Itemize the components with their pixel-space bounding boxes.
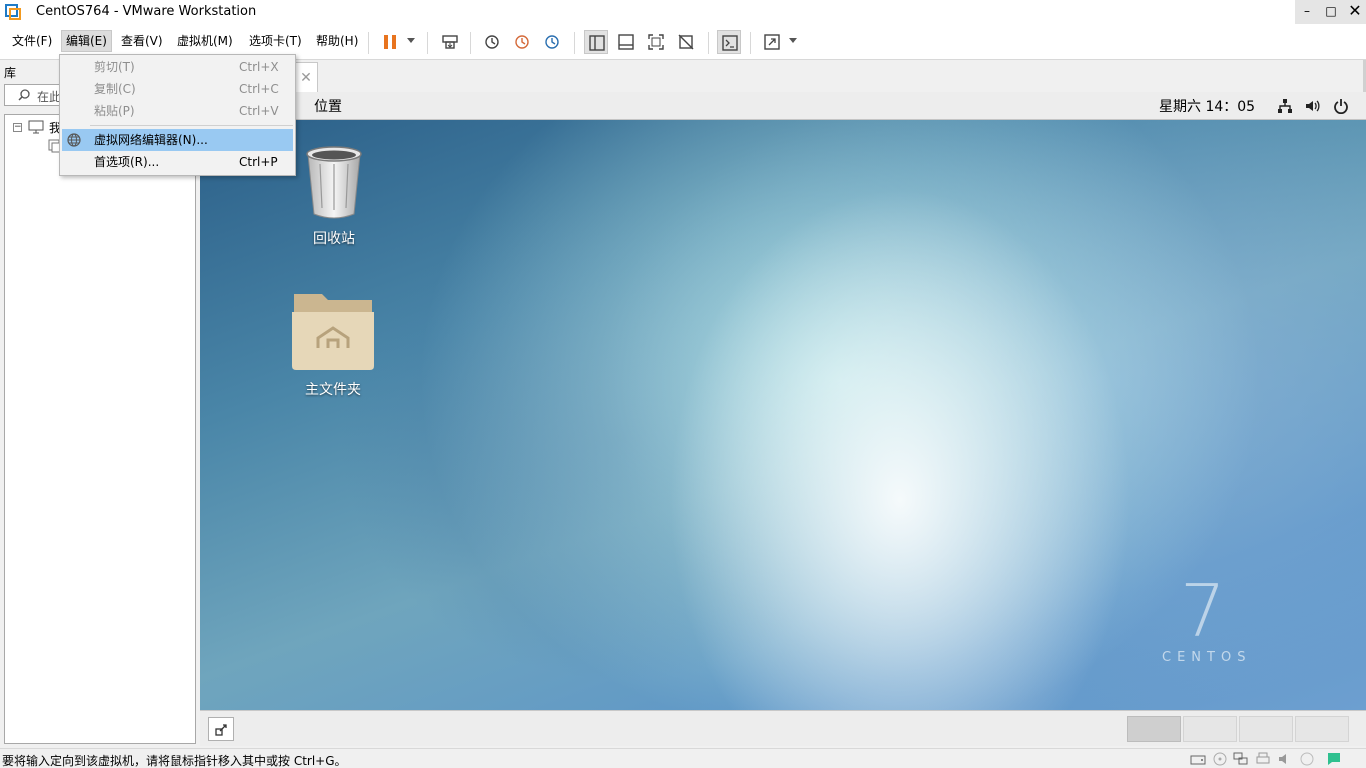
menu-item-preferences[interactable]: 首选项(R)... Ctrl+P — [62, 151, 293, 173]
close-button[interactable]: ✕ — [1343, 0, 1366, 24]
snapshot-manager-icon[interactable] — [540, 30, 564, 54]
menu-help[interactable]: 帮助(H) — [312, 30, 362, 52]
centos-watermark-text: CENTOS — [1162, 650, 1252, 665]
guest-desktop[interactable]: 回收站 主文件夹 7 CENTOS — [200, 120, 1366, 710]
menu-item-paste-label: 粘贴(P) — [94, 104, 135, 118]
menu-file[interactable]: 文件(F) — [8, 30, 56, 52]
guest-bottom-bar — [200, 710, 1366, 746]
menu-item-copy[interactable]: 复制(C) Ctrl+C — [62, 78, 293, 100]
edit-menu-dropdown: 剪切(T) Ctrl+X 复制(C) Ctrl+C 粘贴(P) Ctrl+V 虚… — [59, 54, 296, 176]
search-icon — [18, 89, 30, 101]
workspace-4[interactable] — [1295, 716, 1349, 742]
menu-item-preferences-label: 首选项(R)... — [94, 155, 160, 169]
home-folder-label[interactable]: 主文件夹 — [290, 379, 376, 399]
workspace-2[interactable] — [1183, 716, 1237, 742]
guest-clock[interactable]: 星期六 14：05 — [1159, 96, 1255, 116]
workspace-1[interactable] — [1127, 716, 1181, 742]
menu-item-preferences-shortcut: Ctrl+P — [239, 155, 278, 169]
toolbar-separator — [708, 32, 709, 54]
menu-item-paste-shortcut: Ctrl+V — [239, 104, 279, 118]
window-list-icon — [215, 724, 227, 736]
fit-guest-icon[interactable] — [644, 30, 668, 54]
library-tree: − 我 — [4, 114, 196, 744]
trash-label[interactable]: 回收站 — [302, 228, 366, 248]
vmware-logo-icon — [5, 4, 21, 20]
menu-item-cut[interactable]: 剪切(T) Ctrl+X — [62, 56, 293, 78]
guest-top-bar: 位置 星期六 14：05 — [200, 92, 1366, 120]
maximize-button[interactable]: □ — [1319, 0, 1343, 24]
menu-item-copy-label: 复制(C) — [94, 82, 136, 96]
network-adapter-icon[interactable] — [1233, 752, 1249, 766]
minimize-button[interactable]: – — [1295, 0, 1319, 24]
title-bar: CentOS764 - VMware Workstation – □ ✕ — [0, 0, 1366, 24]
vm-tab-close-button[interactable]: ✕ — [294, 62, 318, 94]
cd-icon[interactable] — [1212, 752, 1228, 766]
toolbar-separator — [427, 32, 428, 54]
tree-collapse-toggle[interactable]: − — [13, 123, 22, 132]
status-bar: 要将输入定向到该虚拟机，请将鼠标指针移入其中或按 Ctrl+G。 — [0, 748, 1366, 768]
sound-icon[interactable] — [1277, 752, 1293, 766]
console-icon[interactable] — [717, 30, 741, 54]
vm-tab-strip: ✕ — [200, 60, 1366, 94]
library-title: 库 — [4, 66, 17, 80]
menu-vm[interactable]: 虚拟机(M) — [173, 30, 237, 52]
menu-item-copy-shortcut: Ctrl+C — [239, 82, 279, 96]
home-folder-icon[interactable] — [290, 290, 376, 372]
printer-icon[interactable] — [1255, 752, 1271, 766]
menu-item-virtual-network-editor-label: 虚拟网络编辑器(N)... — [94, 133, 208, 147]
snapshot-icon[interactable] — [480, 30, 504, 54]
menu-edit[interactable]: 编辑(E) — [61, 30, 112, 52]
toolbar-separator — [470, 32, 471, 54]
toolbar-separator — [574, 32, 575, 54]
network-icon[interactable] — [1277, 98, 1293, 114]
library-search-placeholder: 在此 — [37, 90, 62, 104]
menu-item-cut-shortcut: Ctrl+X — [239, 60, 279, 74]
trash-icon[interactable] — [302, 144, 366, 220]
workspace-3[interactable] — [1239, 716, 1293, 742]
window-title: CentOS764 - VMware Workstation — [36, 4, 257, 19]
computer-icon — [28, 120, 44, 134]
places-menu[interactable]: 位置 — [314, 96, 342, 116]
unity-icon[interactable] — [674, 30, 698, 54]
library-view-icon[interactable] — [584, 30, 608, 54]
toolbar-separator — [368, 32, 369, 54]
centos-watermark-numeral: 7 — [1180, 569, 1226, 653]
menu-view[interactable]: 查看(V) — [117, 30, 167, 52]
send-ctrl-alt-del-icon[interactable] — [438, 30, 462, 54]
menu-item-virtual-network-editor[interactable]: 虚拟网络编辑器(N)... — [62, 129, 293, 151]
menu-separator — [90, 125, 293, 126]
status-message: 要将输入定向到该虚拟机，请将鼠标指针移入其中或按 Ctrl+G。 — [2, 754, 347, 768]
thumbnail-bar-icon[interactable] — [614, 30, 638, 54]
display-icon[interactable] — [1299, 752, 1315, 766]
menu-item-paste[interactable]: 粘贴(P) Ctrl+V — [62, 100, 293, 122]
volume-icon[interactable] — [1304, 98, 1320, 114]
window-list-button[interactable] — [208, 717, 234, 741]
fullscreen-dropdown-caret[interactable] — [789, 38, 797, 43]
network-globe-icon — [67, 133, 81, 147]
menu-item-cut-label: 剪切(T) — [94, 60, 135, 74]
revert-snapshot-icon[interactable] — [510, 30, 534, 54]
pause-icon[interactable] — [378, 30, 402, 54]
toolbar-separator — [750, 32, 751, 54]
fullscreen-icon[interactable] — [760, 30, 784, 54]
power-dropdown-caret[interactable] — [407, 38, 415, 43]
power-icon[interactable] — [1333, 98, 1349, 114]
message-icon[interactable] — [1326, 752, 1342, 766]
menu-tabs[interactable]: 选项卡(T) — [245, 30, 306, 52]
hard-disk-icon[interactable] — [1190, 752, 1206, 766]
